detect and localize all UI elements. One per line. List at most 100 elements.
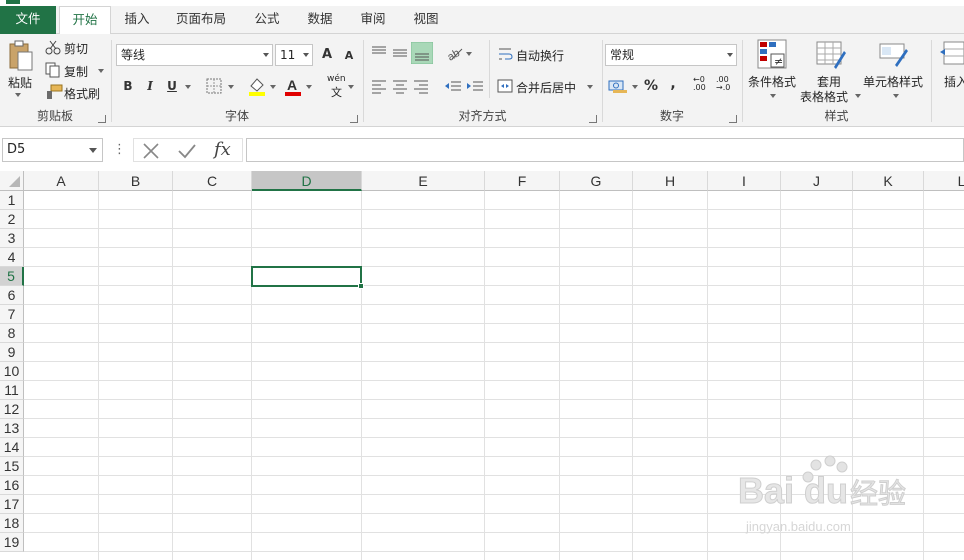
underline-dropdown-icon[interactable] bbox=[185, 85, 191, 89]
shrink-font-button[interactable]: A bbox=[339, 46, 359, 66]
bold-button[interactable]: B bbox=[118, 76, 138, 96]
row-header-18[interactable]: 18 bbox=[0, 514, 24, 533]
column-header-l[interactable]: L bbox=[924, 171, 964, 191]
row-header-11[interactable]: 11 bbox=[0, 381, 24, 400]
select-all-button[interactable] bbox=[0, 171, 24, 191]
column-header-i[interactable]: I bbox=[708, 171, 781, 191]
row-header-3[interactable]: 3 bbox=[0, 229, 24, 248]
align-right-icon[interactable] bbox=[412, 78, 430, 94]
formula-bar-grip-icon[interactable]: ⋮ bbox=[113, 142, 126, 157]
format-as-table-button-line2[interactable]: 表格格式 bbox=[800, 88, 848, 105]
phonetic-guide-pinyin[interactable]: wén bbox=[327, 74, 346, 84]
align-bottom-icon[interactable] bbox=[411, 42, 433, 64]
row-header-2[interactable]: 2 bbox=[0, 210, 24, 229]
accounting-format-icon[interactable] bbox=[608, 78, 630, 94]
row-header-17[interactable]: 17 bbox=[0, 495, 24, 514]
tab-page-layout[interactable]: 页面布局 bbox=[168, 6, 234, 34]
phonetic-dropdown-icon[interactable] bbox=[348, 85, 354, 89]
tab-formulas[interactable]: 公式 bbox=[246, 6, 288, 34]
align-center-icon[interactable] bbox=[391, 78, 409, 94]
column-header-d[interactable]: D bbox=[252, 171, 362, 191]
font-color-icon[interactable]: A bbox=[283, 76, 303, 96]
cut-button[interactable]: 剪切 bbox=[64, 40, 88, 57]
row-header-1[interactable]: 1 bbox=[0, 191, 24, 210]
tab-file[interactable]: 文件 bbox=[0, 6, 56, 34]
column-header-a[interactable]: A bbox=[24, 171, 99, 191]
percent-style-button[interactable]: % bbox=[641, 76, 661, 96]
accounting-dropdown-icon[interactable] bbox=[632, 85, 638, 89]
comma-style-button[interactable]: , bbox=[663, 74, 683, 94]
align-top-icon[interactable] bbox=[370, 44, 388, 62]
fill-handle[interactable] bbox=[358, 283, 364, 289]
column-header-f[interactable]: F bbox=[485, 171, 560, 191]
row-header-4[interactable]: 4 bbox=[0, 248, 24, 267]
increase-indent-icon[interactable] bbox=[466, 78, 484, 94]
font-size-combo[interactable]: 11 bbox=[275, 44, 313, 66]
column-header-k[interactable]: K bbox=[853, 171, 924, 191]
increase-decimal-button[interactable]: ←0 .00 bbox=[693, 76, 706, 92]
borders-dropdown-icon[interactable] bbox=[228, 85, 234, 89]
column-header-c[interactable]: C bbox=[173, 171, 252, 191]
font-launcher-icon[interactable] bbox=[350, 115, 358, 123]
clipboard-launcher-icon[interactable] bbox=[98, 115, 106, 123]
tab-home[interactable]: 开始 bbox=[59, 6, 111, 35]
tab-review[interactable]: 审阅 bbox=[352, 6, 394, 34]
row-header-6[interactable]: 6 bbox=[0, 286, 24, 305]
fill-color-dropdown-icon[interactable] bbox=[270, 85, 276, 89]
fill-color-icon[interactable] bbox=[247, 76, 267, 96]
number-format-combo[interactable]: 常规 bbox=[605, 44, 737, 66]
tab-view[interactable]: 视图 bbox=[405, 6, 447, 34]
cell-styles-dropdown-icon[interactable] bbox=[893, 94, 899, 98]
align-middle-icon[interactable] bbox=[391, 44, 409, 62]
cancel-icon[interactable] bbox=[142, 142, 160, 160]
cell-styles-button[interactable]: 单元格样式 bbox=[863, 73, 923, 90]
formula-input[interactable] bbox=[246, 138, 964, 162]
row-header-16[interactable]: 16 bbox=[0, 476, 24, 495]
grow-font-button[interactable]: A bbox=[317, 45, 337, 65]
orientation-dropdown-icon[interactable] bbox=[466, 52, 472, 56]
italic-button[interactable]: I bbox=[140, 76, 160, 96]
copy-dropdown-icon[interactable] bbox=[98, 69, 104, 73]
conditional-formatting-dropdown-icon[interactable] bbox=[770, 94, 776, 98]
phonetic-guide-button[interactable]: 文 bbox=[331, 84, 342, 100]
insert-cells-button[interactable]: 插入 bbox=[944, 73, 964, 90]
format-painter-button[interactable]: 格式刷 bbox=[64, 85, 100, 102]
row-header-19[interactable]: 19 bbox=[0, 533, 24, 552]
tab-insert[interactable]: 插入 bbox=[114, 6, 160, 34]
tab-data[interactable]: 数据 bbox=[299, 6, 341, 34]
column-header-b[interactable]: B bbox=[99, 171, 173, 191]
decrease-decimal-button[interactable]: .00 →.0 bbox=[716, 76, 730, 92]
row-header-13[interactable]: 13 bbox=[0, 419, 24, 438]
column-header-e[interactable]: E bbox=[362, 171, 485, 191]
column-header-g[interactable]: G bbox=[560, 171, 633, 191]
row-header-9[interactable]: 9 bbox=[0, 343, 24, 362]
name-box[interactable]: D5 bbox=[2, 138, 103, 162]
column-header-h[interactable]: H bbox=[633, 171, 708, 191]
merge-center-button[interactable]: 合并后居中 bbox=[516, 79, 576, 96]
row-header-7[interactable]: 7 bbox=[0, 305, 24, 324]
row-header-5[interactable]: 5 bbox=[0, 267, 24, 286]
insert-function-button[interactable]: fx bbox=[214, 139, 231, 160]
underline-button[interactable]: U bbox=[162, 76, 182, 96]
orientation-icon[interactable]: ab bbox=[446, 44, 466, 62]
row-header-12[interactable]: 12 bbox=[0, 400, 24, 419]
font-color-dropdown-icon[interactable] bbox=[306, 85, 312, 89]
conditional-formatting-button[interactable]: 条件格式 bbox=[748, 73, 796, 90]
number-launcher-icon[interactable] bbox=[729, 115, 737, 123]
row-header-10[interactable]: 10 bbox=[0, 362, 24, 381]
merge-dropdown-icon[interactable] bbox=[587, 85, 593, 89]
font-name-combo[interactable]: 等线 bbox=[116, 44, 273, 66]
enter-icon[interactable] bbox=[177, 142, 197, 160]
column-header-j[interactable]: J bbox=[781, 171, 853, 191]
paste-dropdown-icon[interactable] bbox=[15, 93, 21, 97]
borders-icon[interactable] bbox=[206, 78, 222, 94]
wrap-text-button[interactable]: 自动换行 bbox=[516, 47, 564, 64]
paste-button[interactable]: 粘贴 bbox=[8, 74, 32, 91]
alignment-launcher-icon[interactable] bbox=[589, 115, 597, 123]
format-as-table-dropdown-icon[interactable] bbox=[855, 94, 861, 98]
row-header-15[interactable]: 15 bbox=[0, 457, 24, 476]
row-header-8[interactable]: 8 bbox=[0, 324, 24, 343]
decrease-indent-icon[interactable] bbox=[444, 78, 462, 94]
row-header-14[interactable]: 14 bbox=[0, 438, 24, 457]
active-cell-d5[interactable] bbox=[251, 266, 364, 289]
